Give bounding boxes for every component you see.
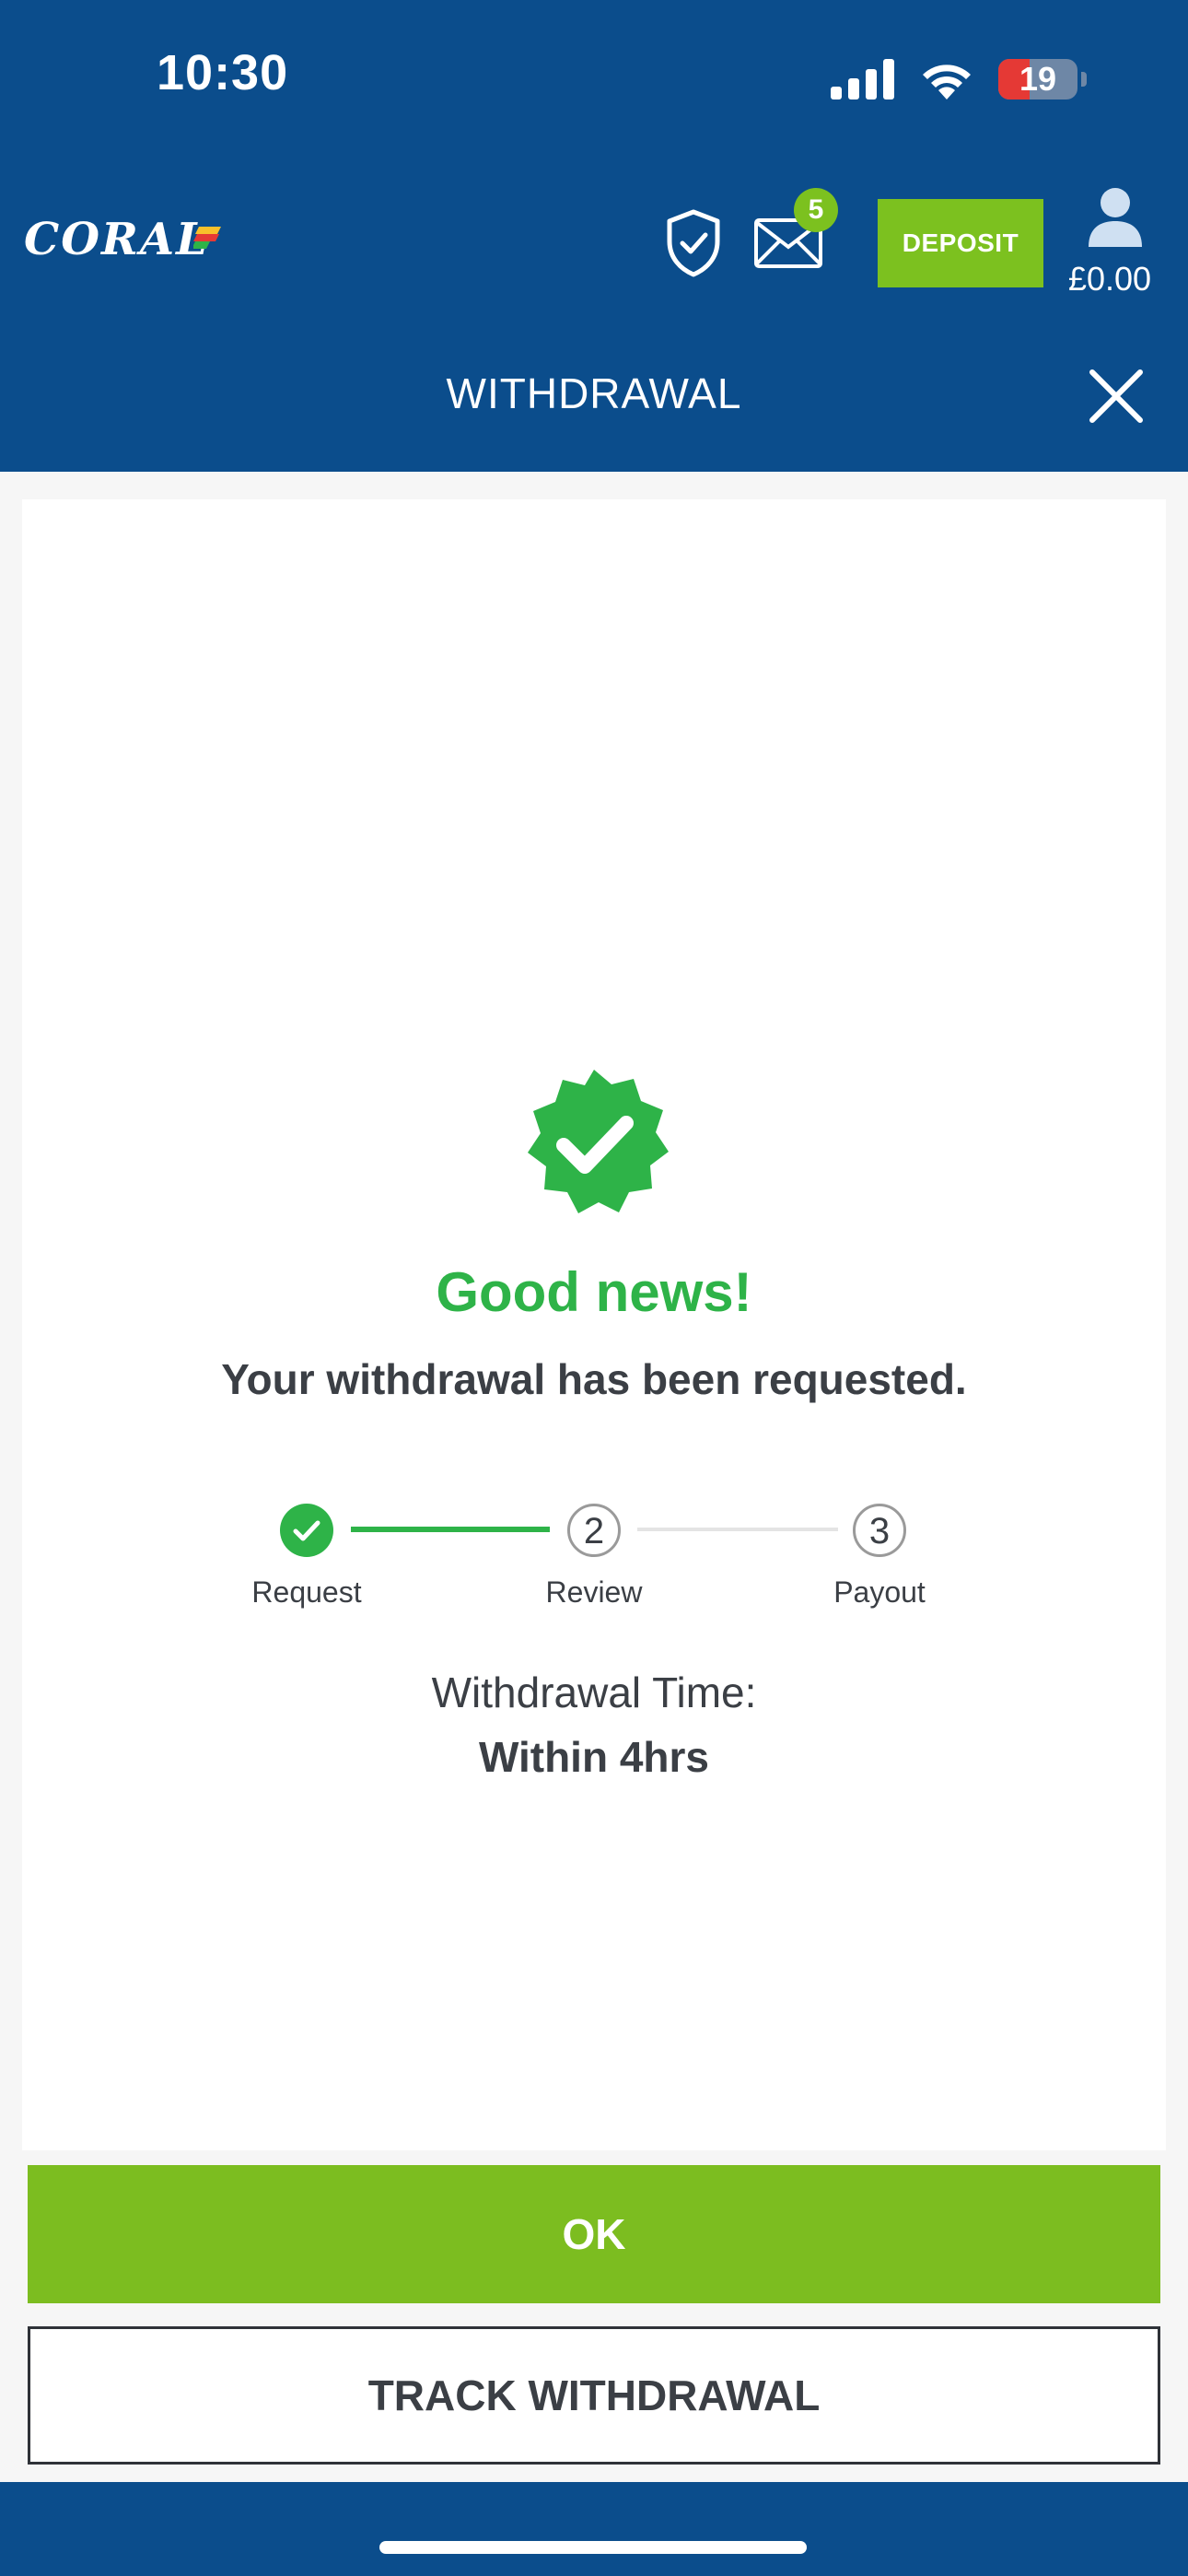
bottom-bar	[0, 2482, 1188, 2576]
step-request-complete-icon	[280, 1504, 333, 1557]
coral-logo[interactable]: CORAL	[24, 214, 209, 265]
withdrawal-time-value: Within 4hrs	[478, 1733, 710, 1781]
wifi-icon	[923, 64, 971, 100]
battery-cap	[1081, 72, 1087, 87]
progress-line-pending	[637, 1528, 838, 1531]
withdrawal-time-label: Withdrawal Time:	[431, 1669, 757, 1716]
step-payout-label: Payout	[833, 1575, 926, 1609]
shield-check-icon[interactable]	[665, 208, 722, 278]
ok-button[interactable]: OK	[28, 2165, 1160, 2303]
account-balance[interactable]: £0.00	[1059, 260, 1160, 299]
success-heading: Good news!	[436, 1261, 752, 1323]
deposit-button[interactable]: DEPOSIT	[878, 199, 1043, 287]
battery-icon: 19	[998, 59, 1077, 100]
user-icon[interactable]	[1087, 186, 1144, 247]
logo-flag-icon	[193, 227, 221, 249]
close-icon[interactable]	[1087, 367, 1146, 426]
signal-icon	[831, 59, 894, 100]
check-icon	[293, 1520, 320, 1541]
messages-badge: 5	[794, 188, 838, 232]
content-card	[22, 499, 1166, 2150]
step-payout-number: 3	[853, 1504, 906, 1557]
progress-line-complete	[351, 1527, 550, 1532]
page-title: WITHDRAWAL	[446, 369, 742, 417]
status-time: 10:30	[157, 45, 289, 100]
track-withdrawal-button[interactable]: TRACK WITHDRAWAL	[28, 2326, 1160, 2465]
home-indicator[interactable]	[379, 2541, 807, 2554]
step-request-label: Request	[251, 1575, 362, 1609]
verified-check-icon	[528, 1070, 669, 1213]
status-icons: 19	[831, 53, 1087, 105]
success-message: Your withdrawal has been requested.	[221, 1355, 967, 1403]
step-review-label: Review	[545, 1575, 643, 1609]
step-review-number: 2	[567, 1504, 621, 1557]
battery-level: 19	[1019, 60, 1057, 98]
